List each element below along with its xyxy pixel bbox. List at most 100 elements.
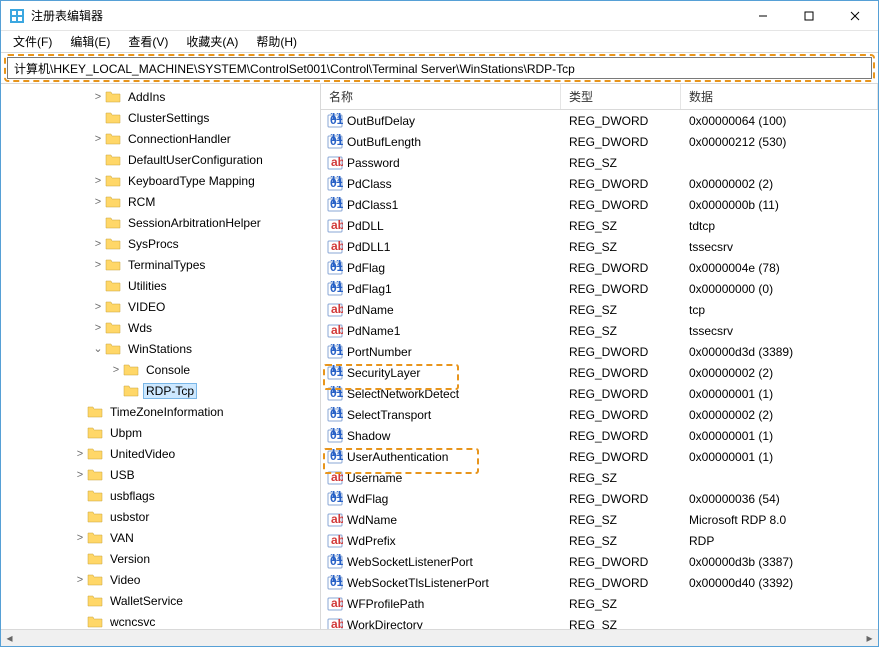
expand-icon[interactable]: > xyxy=(73,532,87,544)
tree-node[interactable]: Ubpm xyxy=(1,422,320,443)
tree-node[interactable]: >AddIns xyxy=(1,86,320,107)
value-type: REG_SZ xyxy=(561,324,681,338)
scroll-right-icon[interactable]: ▸ xyxy=(861,630,878,646)
tree-node[interactable]: ClusterSettings xyxy=(1,107,320,128)
expand-icon[interactable]: > xyxy=(91,91,105,103)
tree-node[interactable]: TimeZoneInformation xyxy=(1,401,320,422)
tree-node[interactable]: >SysProcs xyxy=(1,233,320,254)
value-row[interactable]: abPdDLLREG_SZtdtcp xyxy=(321,215,878,236)
tree-node[interactable]: >RCM xyxy=(1,191,320,212)
value-row[interactable]: 011110SelectNetworkDetectREG_DWORD0x0000… xyxy=(321,383,878,404)
value-row[interactable]: 011110PdFlag1REG_DWORD0x00000000 (0) xyxy=(321,278,878,299)
expand-icon[interactable]: > xyxy=(91,259,105,271)
value-row[interactable]: 011110SecurityLayerREG_DWORD0x00000002 (… xyxy=(321,362,878,383)
expand-icon[interactable]: > xyxy=(91,301,105,313)
svg-text:110: 110 xyxy=(330,386,343,396)
expand-icon[interactable]: ⌄ xyxy=(91,342,105,355)
minimize-button[interactable] xyxy=(740,1,786,31)
svg-text:110: 110 xyxy=(330,428,343,438)
value-row[interactable]: 011110WebSocketTlsListenerPortREG_DWORD0… xyxy=(321,572,878,593)
tree-label: TimeZoneInformation xyxy=(107,404,227,420)
svg-text:110: 110 xyxy=(330,176,343,186)
value-row[interactable]: 011110WebSocketListenerPortREG_DWORD0x00… xyxy=(321,551,878,572)
tree-label: usbflags xyxy=(107,488,158,504)
value-row[interactable]: 011110OutBufLengthREG_DWORD0x00000212 (5… xyxy=(321,131,878,152)
value-row[interactable]: abPdDLL1REG_SZtssecsrv xyxy=(321,236,878,257)
menubar: 文件(F) 编辑(E) 查看(V) 收藏夹(A) 帮助(H) xyxy=(1,31,878,53)
tree-node[interactable]: SessionArbitrationHelper xyxy=(1,212,320,233)
tree-node[interactable]: Version xyxy=(1,548,320,569)
expand-icon[interactable]: > xyxy=(91,175,105,187)
value-name: PdName1 xyxy=(347,324,400,338)
value-row[interactable]: abWorkDirectoryREG_SZ xyxy=(321,614,878,629)
tree-node[interactable]: >UnitedVideo xyxy=(1,443,320,464)
tree-node[interactable]: >ConnectionHandler xyxy=(1,128,320,149)
svg-text:110: 110 xyxy=(330,113,343,123)
tree-label: DefaultUserConfiguration xyxy=(125,152,266,168)
expand-icon[interactable]: > xyxy=(91,238,105,250)
address-bar[interactable] xyxy=(7,57,872,79)
expand-icon[interactable]: > xyxy=(109,364,123,376)
menu-help[interactable]: 帮助(H) xyxy=(248,31,305,52)
value-row[interactable]: abPdName1REG_SZtssecsrv xyxy=(321,320,878,341)
tree-node[interactable]: DefaultUserConfiguration xyxy=(1,149,320,170)
svg-text:110: 110 xyxy=(330,407,343,417)
menu-file[interactable]: 文件(F) xyxy=(5,31,60,52)
value-row[interactable]: abPasswordREG_SZ xyxy=(321,152,878,173)
horizontal-scrollbar[interactable]: ◂ ▸ xyxy=(1,629,878,646)
svg-text:110: 110 xyxy=(330,449,343,459)
tree-node[interactable]: >Console xyxy=(1,359,320,380)
tree-node[interactable]: >VIDEO xyxy=(1,296,320,317)
value-row[interactable]: 011110OutBufDelayREG_DWORD0x00000064 (10… xyxy=(321,110,878,131)
value-row[interactable]: abPdNameREG_SZtcp xyxy=(321,299,878,320)
value-row[interactable]: abWdNameREG_SZMicrosoft RDP 8.0 xyxy=(321,509,878,530)
value-row[interactable]: 011110PdClass1REG_DWORD0x0000000b (11) xyxy=(321,194,878,215)
value-row[interactable]: 011110PdClassREG_DWORD0x00000002 (2) xyxy=(321,173,878,194)
expand-icon[interactable]: > xyxy=(73,469,87,481)
tree-node[interactable]: >Video xyxy=(1,569,320,590)
value-row[interactable]: 011110PortNumberREG_DWORD0x00000d3d (338… xyxy=(321,341,878,362)
value-row[interactable]: abUsernameREG_SZ xyxy=(321,467,878,488)
tree-panel[interactable]: >AddInsClusterSettings>ConnectionHandler… xyxy=(1,84,321,629)
tree-node[interactable]: usbstor xyxy=(1,506,320,527)
tree-node[interactable]: usbflags xyxy=(1,485,320,506)
value-row[interactable]: 011110SelectTransportREG_DWORD0x00000002… xyxy=(321,404,878,425)
registry-editor-window: 注册表编辑器 文件(F) 编辑(E) 查看(V) 收藏夹(A) 帮助(H) >A… xyxy=(0,0,879,647)
tree-node[interactable]: >TerminalTypes xyxy=(1,254,320,275)
menu-favorites[interactable]: 收藏夹(A) xyxy=(178,31,246,52)
tree-node[interactable]: >USB xyxy=(1,464,320,485)
menu-view[interactable]: 查看(V) xyxy=(120,31,176,52)
tree-node[interactable]: WalletService xyxy=(1,590,320,611)
svg-text:ab: ab xyxy=(331,470,343,484)
col-data[interactable]: 数据 xyxy=(681,84,878,109)
value-type: REG_DWORD xyxy=(561,345,681,359)
col-type[interactable]: 类型 xyxy=(561,84,681,109)
value-name: OutBufLength xyxy=(347,135,421,149)
value-row[interactable]: 011110ShadowREG_DWORD0x00000001 (1) xyxy=(321,425,878,446)
tree-node[interactable]: Utilities xyxy=(1,275,320,296)
value-row[interactable]: 011110WdFlagREG_DWORD0x00000036 (54) xyxy=(321,488,878,509)
expand-icon[interactable]: > xyxy=(91,196,105,208)
tree-node[interactable]: >Wds xyxy=(1,317,320,338)
value-row[interactable]: abWdPrefixREG_SZRDP xyxy=(321,530,878,551)
values-panel[interactable]: 名称 类型 数据 011110OutBufDelayREG_DWORD0x000… xyxy=(321,84,878,629)
menu-edit[interactable]: 编辑(E) xyxy=(62,31,118,52)
expand-icon[interactable]: > xyxy=(91,133,105,145)
tree-node[interactable]: >VAN xyxy=(1,527,320,548)
col-name[interactable]: 名称 xyxy=(321,84,561,109)
value-row[interactable]: abWFProfilePathREG_SZ xyxy=(321,593,878,614)
tree-node[interactable]: ⌄WinStations xyxy=(1,338,320,359)
maximize-button[interactable] xyxy=(786,1,832,31)
value-row[interactable]: 011110PdFlagREG_DWORD0x0000004e (78) xyxy=(321,257,878,278)
value-row[interactable]: 011110UserAuthenticationREG_DWORD0x00000… xyxy=(321,446,878,467)
tree-node[interactable]: >KeyboardType Mapping xyxy=(1,170,320,191)
close-button[interactable] xyxy=(832,1,878,31)
value-type: REG_SZ xyxy=(561,471,681,485)
expand-icon[interactable]: > xyxy=(91,322,105,334)
app-icon xyxy=(9,8,25,24)
expand-icon[interactable]: > xyxy=(73,448,87,460)
expand-icon[interactable]: > xyxy=(73,574,87,586)
scroll-left-icon[interactable]: ◂ xyxy=(1,630,18,646)
tree-node[interactable]: RDP-Tcp xyxy=(1,380,320,401)
tree-node[interactable]: wcncsvc xyxy=(1,611,320,629)
